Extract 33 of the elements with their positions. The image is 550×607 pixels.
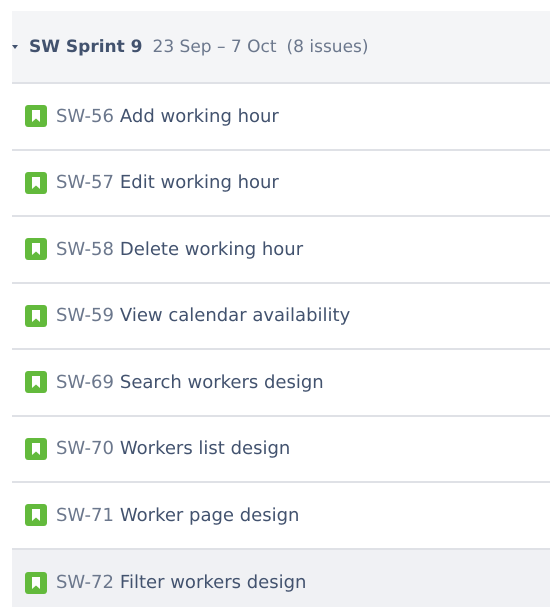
issue-summary: Search workers design xyxy=(120,372,324,393)
story-icon xyxy=(25,371,47,394)
issue-summary: Filter workers design xyxy=(120,572,306,594)
issue-row[interactable]: SW-57 Edit working hour xyxy=(12,150,550,217)
story-icon xyxy=(25,105,47,128)
sprint-header[interactable]: SW Sprint 9 23 Sep – 7 Oct (8 issues) xyxy=(12,11,550,84)
caret-icon[interactable] xyxy=(12,44,18,50)
story-icon xyxy=(25,572,47,594)
issue-summary: Worker page design xyxy=(120,504,300,526)
issue-summary: View calendar availability xyxy=(120,305,350,326)
issue-key[interactable]: SW-56 xyxy=(56,106,114,127)
issue-summary: Add working hour xyxy=(120,106,279,127)
story-icon xyxy=(25,304,47,327)
story-icon xyxy=(25,238,47,260)
issue-key[interactable]: SW-58 xyxy=(56,238,114,260)
issue-key[interactable]: SW-57 xyxy=(56,172,114,194)
issue-count: (8 issues) xyxy=(286,36,369,56)
sprint-name: SW Sprint 9 xyxy=(29,36,143,56)
story-icon xyxy=(25,504,47,526)
issue-row[interactable]: SW-59 View calendar availability xyxy=(12,284,550,350)
issue-summary: Workers list design xyxy=(120,438,290,460)
story-icon xyxy=(25,438,47,460)
issue-key[interactable]: SW-59 xyxy=(56,305,114,326)
sprint-dates: 23 Sep – 7 Oct xyxy=(152,36,277,56)
issue-summary: Delete working hour xyxy=(120,238,304,260)
issue-summary: Edit working hour xyxy=(120,172,279,194)
issue-key[interactable]: SW-71 xyxy=(56,504,114,526)
issue-row[interactable]: SW-70 Workers list design xyxy=(12,416,550,483)
issue-row[interactable]: SW-72 Filter workers design xyxy=(12,550,550,607)
issue-key[interactable]: SW-70 xyxy=(56,438,114,460)
story-icon xyxy=(25,172,47,194)
issue-key[interactable]: SW-69 xyxy=(56,372,114,393)
issue-key[interactable]: SW-72 xyxy=(56,572,114,594)
